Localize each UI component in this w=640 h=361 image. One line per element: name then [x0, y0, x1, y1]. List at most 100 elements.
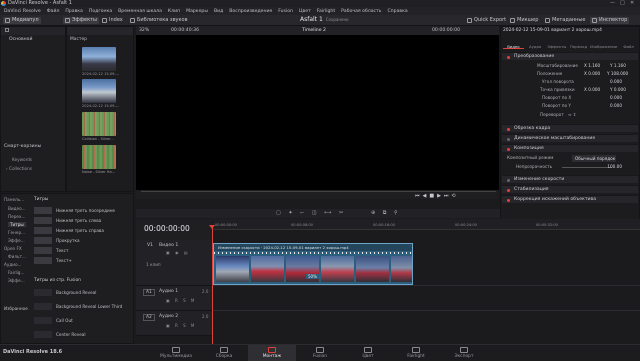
- track-controls-icon[interactable]: ▣ R S M: [166, 323, 196, 328]
- tab-transition[interactable]: Переход: [568, 37, 589, 49]
- video-viewer[interactable]: [136, 35, 499, 190]
- snap-link-tools[interactable]: ⊕ ⧉ ⚲: [371, 210, 401, 216]
- composite-mode-select[interactable]: Обычный порядок: [572, 155, 616, 162]
- timeline-clip[interactable]: Изменение скорости · 2024-02-12 15-09-01…: [213, 243, 413, 285]
- playback-buttons[interactable]: ⏮◀■▶⏭⟲: [415, 193, 459, 199]
- edit-tools[interactable]: ▢ ✦ ⌐ ◫ ⟷ ✂: [276, 210, 346, 216]
- keywords-bin[interactable]: Keywords: [12, 157, 32, 162]
- timeline-name[interactable]: Timeline 2: [302, 26, 326, 35]
- inspector-button[interactable]: Инспектор: [590, 17, 630, 24]
- clip-thumbnail[interactable]: [82, 145, 116, 169]
- opacity-slider[interactable]: [562, 167, 612, 168]
- title-preset[interactable]: Текст+: [34, 256, 130, 265]
- enabled-dot-icon[interactable]: [507, 127, 510, 131]
- fusion-title-preset[interactable]: Background Reveal Lower Third: [34, 302, 130, 311]
- menu-item[interactable]: Временная шкала: [118, 9, 162, 14]
- mixer-button[interactable]: Микшер: [508, 17, 540, 24]
- effects-tree-item[interactable]: Open FX: [4, 246, 22, 251]
- menu-item[interactable]: Вид: [214, 9, 223, 14]
- dynamic-zoom-section[interactable]: Динамическое масштабирование: [502, 134, 638, 142]
- position-y-value[interactable]: Y 108.000: [607, 71, 628, 76]
- effects-tree-item[interactable]: Видео...: [8, 206, 26, 211]
- scrubber-bar[interactable]: [141, 191, 496, 192]
- stabilization-section[interactable]: Стабилизация: [502, 185, 638, 193]
- metadata-button[interactable]: Метаданные: [543, 17, 587, 24]
- title-preset[interactable]: Текст: [34, 246, 130, 255]
- clip-thumbnail[interactable]: [82, 112, 116, 136]
- index-button[interactable]: Index: [100, 17, 125, 24]
- menu-item[interactable]: Цвет: [299, 9, 311, 14]
- favorites-label[interactable]: Избранное: [4, 306, 28, 311]
- page-fusion[interactable]: Fusion: [296, 345, 344, 361]
- menu-item[interactable]: Маркеры: [186, 9, 208, 14]
- menu-item[interactable]: Файл: [47, 9, 60, 14]
- tab-video[interactable]: Видео: [503, 37, 524, 49]
- title-preset[interactable]: Прокрутка: [34, 236, 130, 245]
- title-preset[interactable]: Нижняя треть слева: [34, 216, 130, 225]
- zoom-y-value[interactable]: Y 1.160: [610, 63, 626, 68]
- transform-section[interactable]: Преобразование: [502, 52, 638, 60]
- rotation-value[interactable]: 0.000: [610, 79, 622, 84]
- timeline-ruler[interactable]: 00:00:00:00 00:00:08:00 00:00:16:00 00:0…: [213, 219, 640, 230]
- fusion-title-preset[interactable]: Center Reveal: [34, 330, 130, 339]
- tab-effects[interactable]: Эффекты: [546, 37, 567, 49]
- track-controls-icon[interactable]: ▣ R S M: [166, 298, 196, 303]
- fusion-title-preset[interactable]: Background Reveal: [34, 288, 130, 297]
- anchor-x-value[interactable]: X 0.000: [584, 87, 600, 92]
- maximize-icon[interactable]: □: [620, 0, 625, 7]
- sound-library-button[interactable]: Библиотека звуков: [128, 17, 190, 24]
- retime-section[interactable]: Изменение скорости: [502, 175, 638, 183]
- yaw-value[interactable]: 0.000: [610, 103, 622, 108]
- page-fairlight[interactable]: Fairlight: [392, 345, 440, 361]
- flip-buttons-icon[interactable]: ⇔ ⇕: [568, 112, 576, 117]
- tab-image[interactable]: Изображение: [590, 37, 617, 49]
- menu-item[interactable]: Fusion: [278, 9, 293, 14]
- enabled-dot-icon[interactable]: [507, 55, 510, 59]
- menu-item[interactable]: Рабочая область: [341, 9, 381, 14]
- menu-item[interactable]: Подгонка: [89, 9, 112, 14]
- enabled-dot-icon[interactable]: [507, 198, 510, 202]
- zoom-x-value[interactable]: X 1.160: [584, 63, 600, 68]
- playhead[interactable]: [212, 225, 213, 344]
- crop-section[interactable]: Обрезка кадра: [502, 124, 638, 132]
- page-cut[interactable]: Сборка: [200, 345, 248, 361]
- quick-export-button[interactable]: Quick Export: [465, 17, 508, 24]
- page-edit[interactable]: Монтаж: [248, 345, 296, 361]
- effects-tree-item[interactable]: Аудио...: [4, 262, 22, 267]
- disabled-dot-icon[interactable]: [507, 178, 510, 182]
- effects-tree-item[interactable]: Перех...: [8, 214, 25, 219]
- menu-item[interactable]: Fairlight: [317, 9, 335, 14]
- tab-file[interactable]: Файл: [618, 37, 639, 49]
- menu-item[interactable]: DaVinci Resolve: [4, 9, 41, 14]
- page-media[interactable]: Мультимедиа: [152, 345, 200, 361]
- pitch-value[interactable]: 0.000: [610, 95, 622, 100]
- menu-item[interactable]: Воспроизведение: [229, 9, 272, 14]
- effects-button[interactable]: Эффекты: [63, 17, 99, 24]
- list-view-icon[interactable]: [5, 27, 9, 32]
- collections-bin[interactable]: › Collections: [6, 166, 32, 171]
- page-deliver[interactable]: Экспорт: [440, 345, 488, 361]
- lens-correction-section[interactable]: Коррекция искажений объектива: [502, 195, 638, 203]
- enabled-dot-icon[interactable]: [507, 188, 510, 192]
- bin-main[interactable]: Основной: [9, 37, 32, 42]
- fusion-title-preset[interactable]: Call Out: [34, 316, 130, 325]
- effects-tree-item[interactable]: Эффе...: [8, 278, 25, 283]
- enabled-dot-icon[interactable]: [507, 147, 510, 151]
- effects-tree-item[interactable]: Генер...: [8, 230, 25, 235]
- media-pool-button[interactable]: Медиапул: [3, 17, 41, 24]
- minimize-icon[interactable]: —: [610, 0, 615, 7]
- page-color[interactable]: Цвет: [344, 345, 392, 361]
- anchor-y-value[interactable]: Y 0.000: [610, 87, 626, 92]
- close-icon[interactable]: ✕: [630, 0, 634, 7]
- track-controls-icon[interactable]: ▣ ◉ ▤: [166, 250, 190, 255]
- effects-tree-item[interactable]: Фильт...: [8, 254, 26, 259]
- composite-section[interactable]: Композиция: [502, 144, 638, 152]
- effects-tree-item[interactable]: Титры: [8, 222, 26, 227]
- tab-audio[interactable]: Аудио: [525, 37, 546, 49]
- effects-tree-item[interactable]: Эффе...: [8, 238, 25, 243]
- title-preset[interactable]: Нижняя треть посередине: [34, 206, 130, 215]
- playhead-handle-icon[interactable]: [209, 225, 215, 229]
- position-x-value[interactable]: X 0.000: [584, 71, 600, 76]
- effects-tree-item[interactable]: Fairlig...: [8, 270, 24, 275]
- effects-tree-item[interactable]: Панель...: [4, 197, 24, 202]
